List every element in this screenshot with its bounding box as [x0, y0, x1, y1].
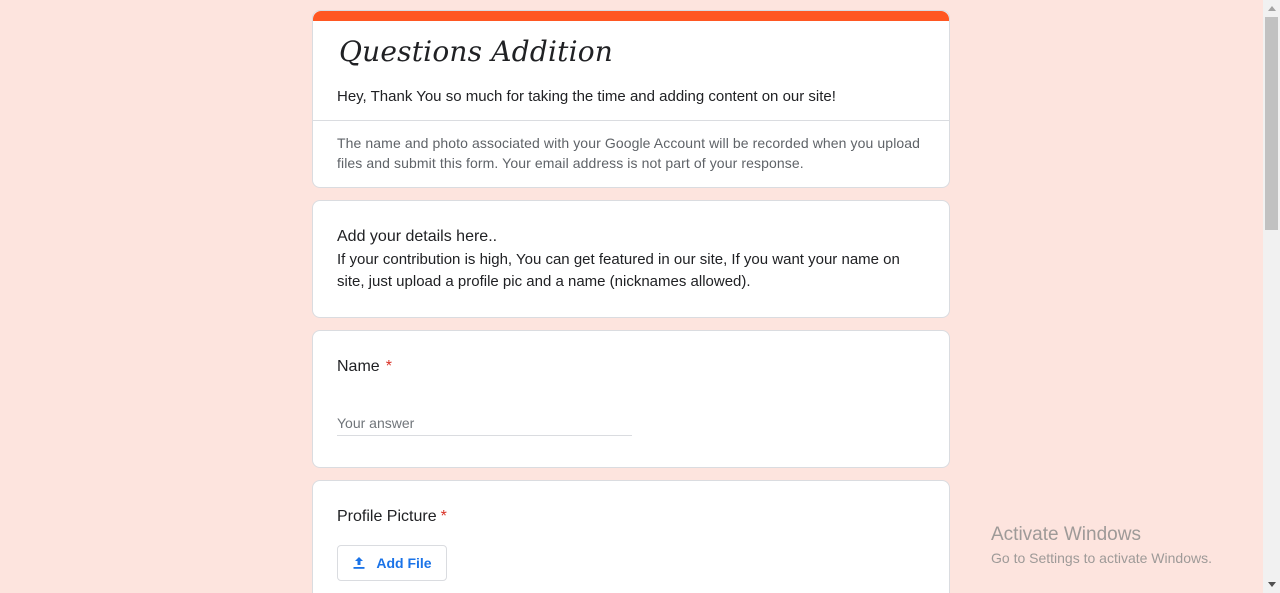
profile-picture-question-label: Profile Picture * [337, 508, 447, 526]
watermark-title: Activate Windows [991, 524, 1141, 545]
profile-picture-question-card: Profile Picture * Add File [312, 480, 950, 593]
upload-icon [352, 556, 366, 570]
name-question-label: Name * [337, 358, 392, 376]
scrollbar-thumb[interactable] [1265, 17, 1278, 230]
account-notice: The name and photo associated with your … [337, 135, 921, 171]
scroll-up-arrow-icon[interactable] [1263, 0, 1280, 17]
add-file-label: Add File [376, 555, 432, 571]
add-file-button[interactable]: Add File [337, 545, 447, 581]
required-asterisk: * [385, 358, 392, 375]
watermark-subtitle: Go to Settings to activate Windows. [991, 550, 1212, 566]
header-accent-bar [313, 11, 949, 21]
question-title: Profile Picture [337, 508, 437, 525]
activate-windows-watermark: Activate Windows Go to Settings to activ… [991, 524, 1212, 569]
question-title: Name [337, 358, 380, 375]
vertical-scrollbar[interactable] [1263, 0, 1280, 593]
name-question-card: Name * [312, 330, 950, 468]
form-description: Hey, Thank You so much for taking the ti… [337, 88, 836, 105]
details-section-card: Add your details here.. If your contribu… [312, 200, 950, 318]
scroll-down-arrow-icon[interactable] [1263, 576, 1280, 593]
section-title: Add your details here.. [337, 228, 498, 245]
header-divider [313, 120, 949, 121]
required-asterisk: * [440, 508, 447, 525]
section-description: If your contribution is high, You can ge… [337, 251, 900, 290]
form-title: Questions Addition [339, 35, 614, 68]
form-page: Questions Addition Hey, Thank You so muc… [0, 0, 1280, 593]
form-header-card: Questions Addition Hey, Thank You so muc… [312, 10, 950, 188]
name-answer-input[interactable] [337, 411, 632, 436]
